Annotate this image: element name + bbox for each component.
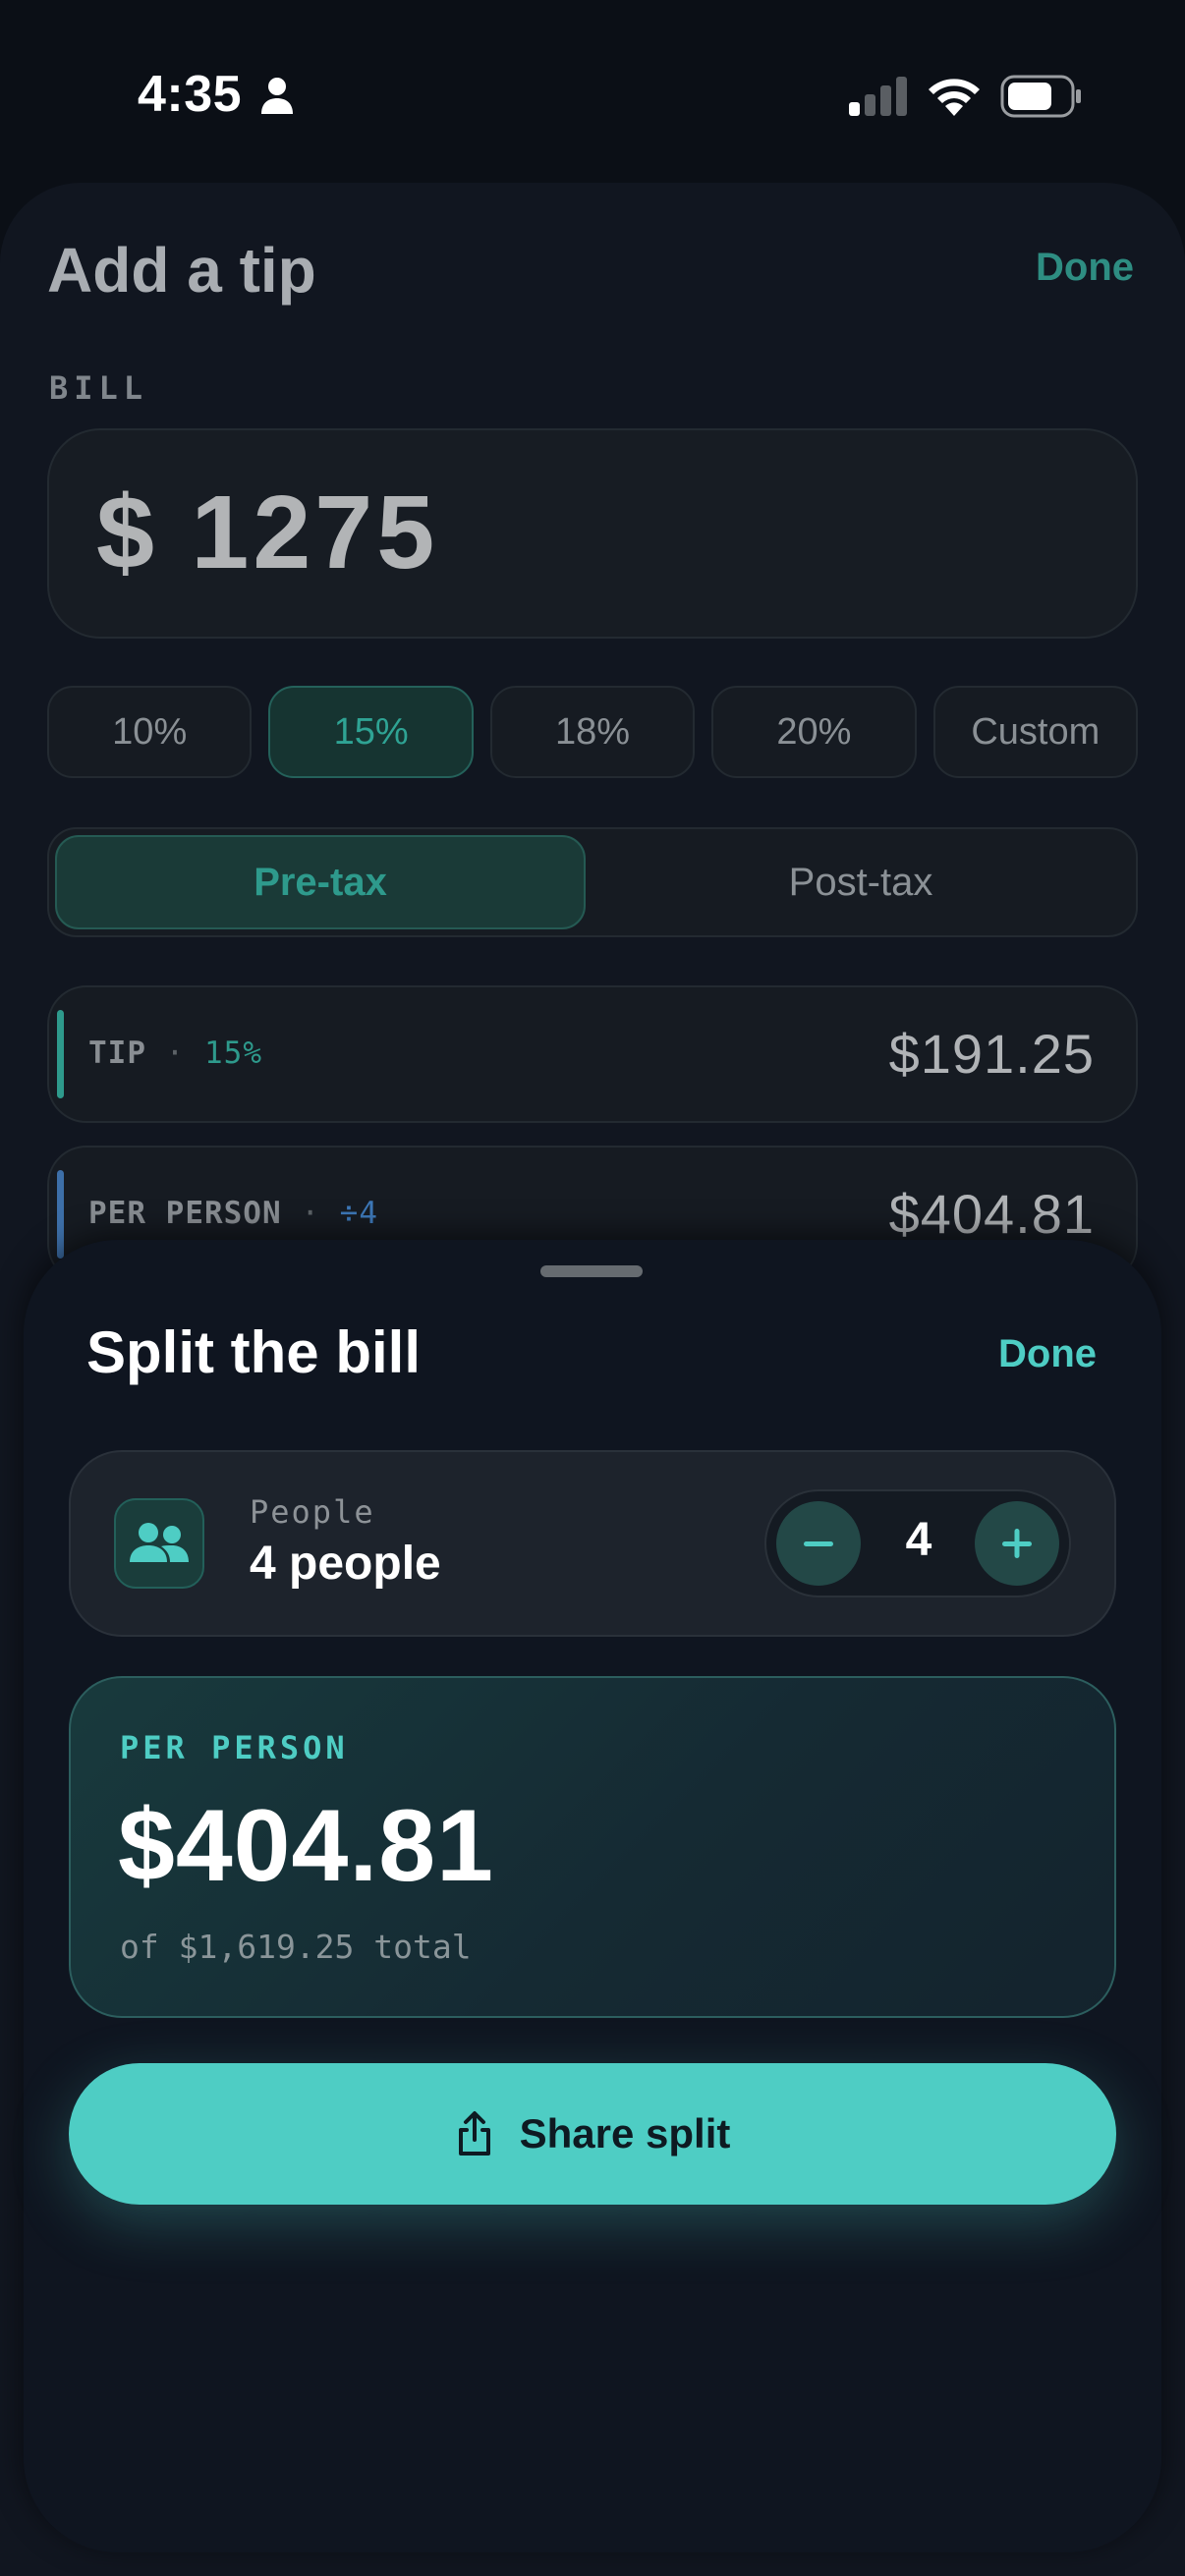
per-person-row-amount: $404.81 [888,1183,1095,1245]
tip-amount: $191.25 [888,1023,1095,1085]
tip-chip-15[interactable]: 15% [268,686,474,778]
bill-amount: $ 1275 [96,475,439,590]
tip-percent-chips: 10% 15% 18% 20% Custom [47,686,1139,778]
tip-chip-custom[interactable]: Custom [932,686,1139,778]
increment-button[interactable] [975,1501,1059,1586]
total-amount-text: of $1,619.25 total [120,1928,472,1966]
tip-chip-18[interactable]: 18% [489,686,696,778]
people-icon [114,1498,204,1589]
tip-done-button[interactable]: Done [1036,246,1134,290]
pre-tax-segment[interactable]: Pre-tax [55,835,586,929]
people-label: People [250,1493,375,1531]
per-person-label: PER PERSON [120,1729,349,1766]
person-icon [261,78,293,114]
bill-label: BILL [49,369,149,407]
post-tax-segment[interactable]: Post-tax [592,835,1130,929]
tip-accent-bar [57,1010,64,1098]
people-count-text: 4 people [250,1538,441,1590]
sheet-grabber[interactable] [540,1265,643,1277]
minus-icon [804,1541,833,1546]
tip-row-label: TIP · 15% [88,1036,263,1071]
plus-icon [1002,1529,1032,1558]
split-done-button[interactable]: Done [998,1332,1097,1376]
per-person-row-label: PER PERSON · ÷4 [88,1196,378,1231]
decrement-button[interactable] [776,1501,861,1586]
battery-icon [1000,75,1081,118]
per-person-amount: $404.81 [118,1789,494,1903]
tip-sheet-title: Add a tip [47,235,316,306]
share-split-button[interactable]: Share split [69,2063,1116,2205]
split-sheet-title: Split the bill [86,1319,421,1385]
share-split-label: Share split [519,2110,731,2156]
share-icon [458,2111,490,2156]
per-person-accent-bar [57,1170,64,1259]
wifi-icon [929,79,980,116]
tip-chip-10[interactable]: 10% [47,686,253,778]
people-count-value: 4 [905,1514,932,1566]
cellular-signal-icon [849,77,907,116]
status-time: 4:35 [138,66,243,123]
tip-chip-20[interactable]: 20% [711,686,917,778]
